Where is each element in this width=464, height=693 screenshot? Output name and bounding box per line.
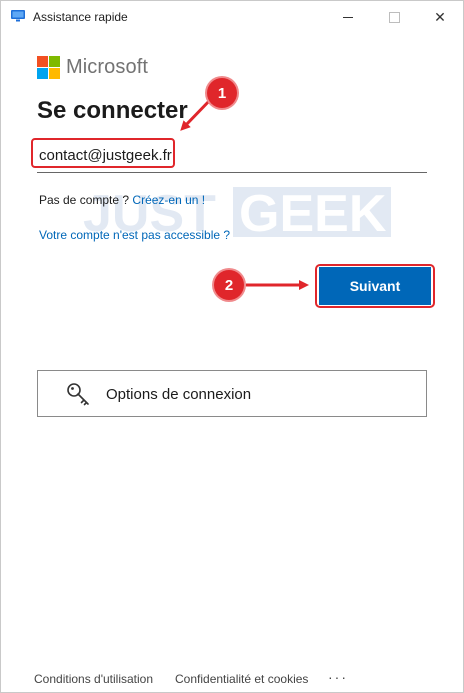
title-bar: Assistance rapide ✕ <box>1 1 463 33</box>
maximize-button[interactable] <box>371 1 417 33</box>
maximize-icon <box>388 11 400 23</box>
close-icon: ✕ <box>434 8 446 25</box>
microsoft-logo-icon <box>37 56 60 79</box>
window-title: Assistance rapide <box>33 10 128 24</box>
microsoft-wordmark: Microsoft <box>66 56 149 78</box>
create-account-link[interactable]: Créez-en un ! <box>132 193 205 207</box>
next-button[interactable]: Suivant <box>319 267 431 305</box>
page-title: Se connecter <box>37 97 188 124</box>
terms-link[interactable]: Conditions d'utilisation <box>34 672 153 686</box>
no-account-text: Pas de compte ? Créez-en un ! <box>39 193 205 207</box>
email-highlight-box <box>31 138 175 168</box>
step-badge-2: 2 <box>214 270 244 300</box>
step-badge-1: 1 <box>207 78 237 108</box>
sign-in-options-label: Options de connexion <box>106 386 252 403</box>
key-icon <box>67 383 89 406</box>
sign-in-options-button[interactable]: Options de connexion <box>37 370 427 417</box>
close-button[interactable]: ✕ <box>417 1 463 33</box>
svg-text:GEEK: GEEK <box>239 185 387 241</box>
more-options-button[interactable]: ··· <box>328 669 348 685</box>
no-account-label: Pas de compte ? <box>39 193 130 207</box>
minimize-icon <box>343 16 353 18</box>
privacy-link[interactable]: Confidentialité et cookies <box>175 672 308 686</box>
account-inaccessible-link[interactable]: Votre compte n'est pas accessible ? <box>39 228 230 242</box>
minimize-button[interactable] <box>325 1 371 33</box>
quick-assist-app-icon <box>11 10 25 22</box>
